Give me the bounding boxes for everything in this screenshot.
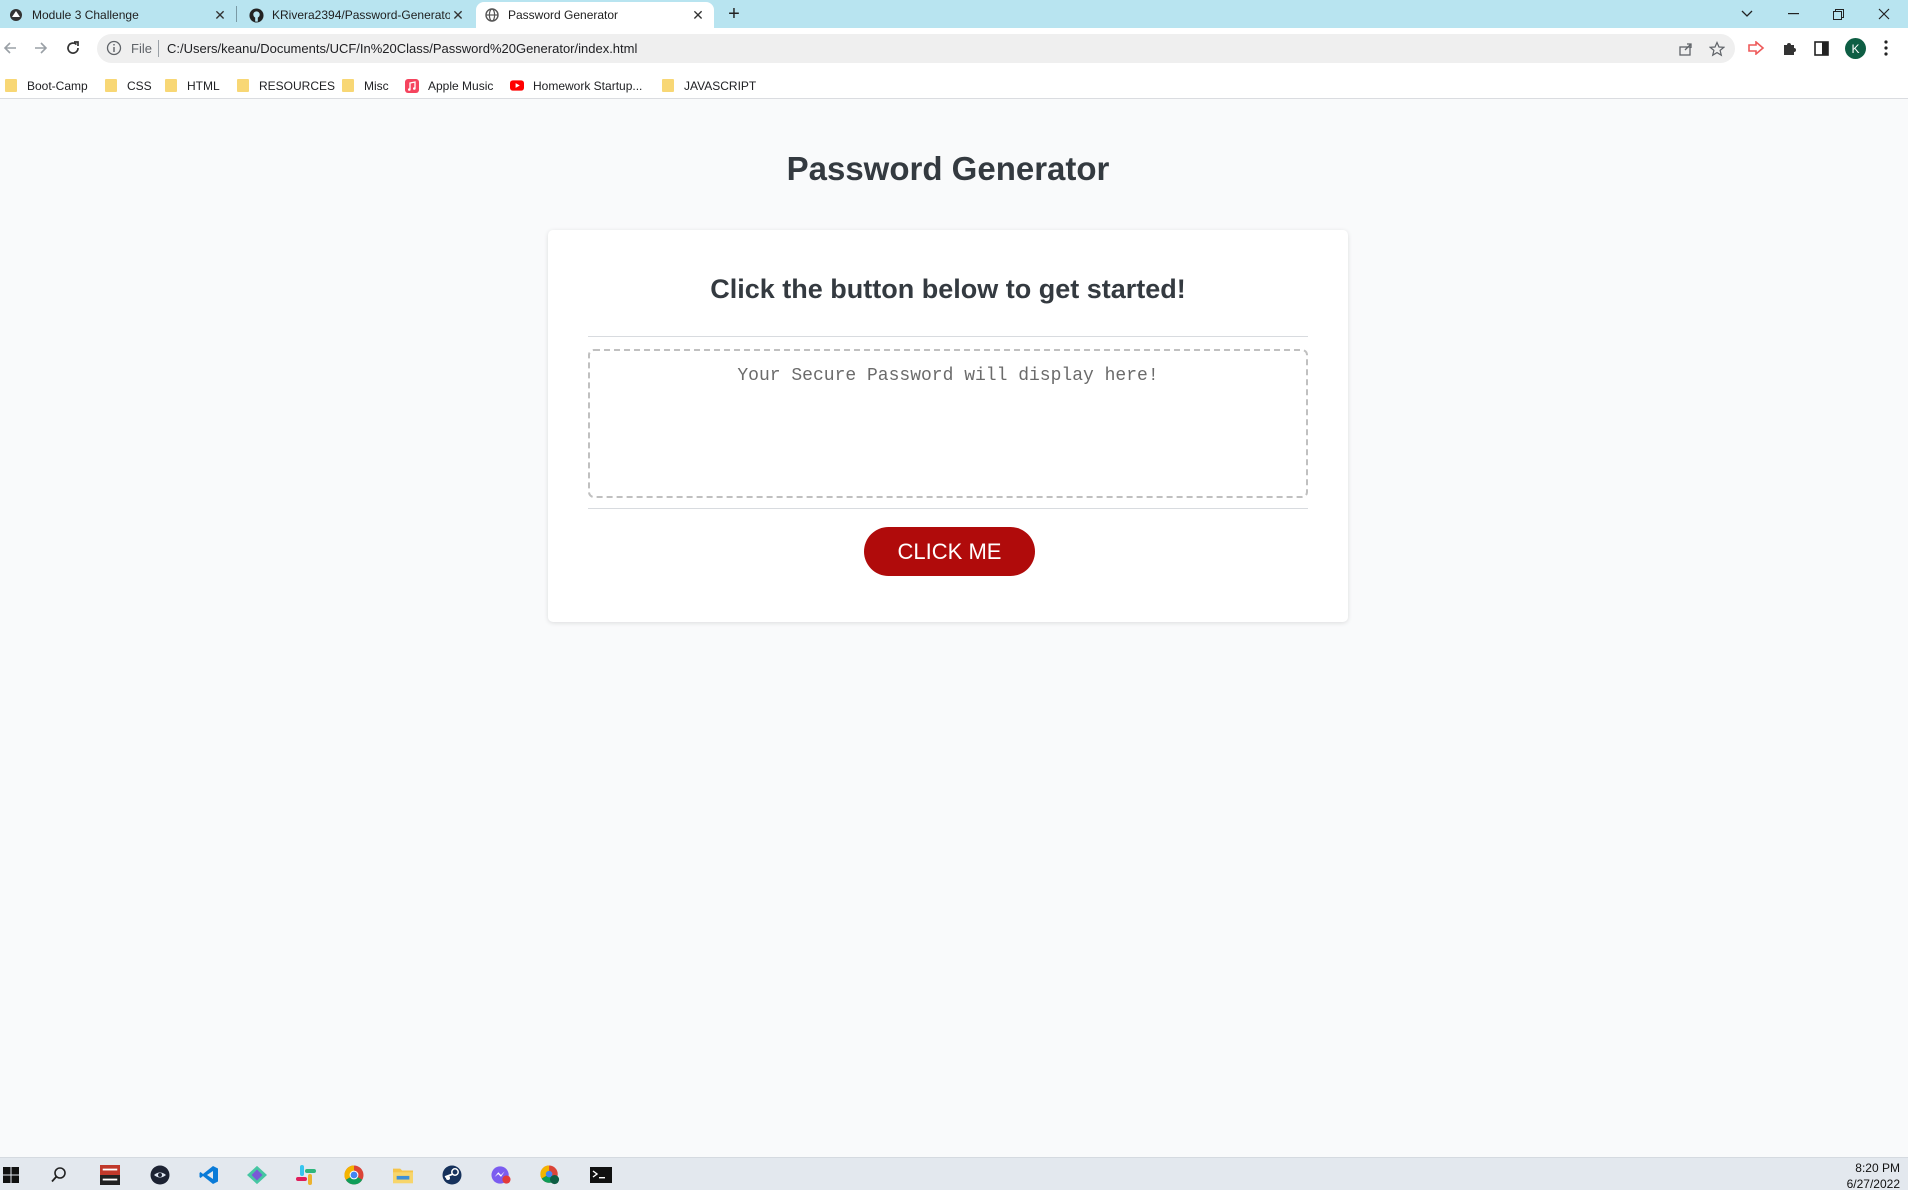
minimize-icon[interactable] xyxy=(1771,0,1815,28)
close-tab-icon[interactable]: ✕ xyxy=(690,7,706,23)
file-explorer-icon[interactable] xyxy=(393,1165,413,1185)
chrome-icon[interactable] xyxy=(344,1165,364,1185)
bookmark-star-icon[interactable] xyxy=(1709,41,1725,57)
site-info-icon[interactable] xyxy=(106,40,122,56)
password-output[interactable] xyxy=(588,349,1308,498)
more-menu-icon[interactable] xyxy=(1876,38,1896,58)
windows-start-icon[interactable] xyxy=(1,1165,21,1185)
card-header-divider xyxy=(588,336,1308,337)
youtube-icon xyxy=(510,79,524,93)
bookmark-label: RESOURCES xyxy=(259,78,336,93)
folder-icon xyxy=(236,79,250,93)
bookmark-resources[interactable]: RESOURCES xyxy=(236,72,335,99)
page-content: Password Generator Click the button belo… xyxy=(0,100,1908,1156)
back-arrow-icon[interactable] xyxy=(0,34,24,62)
bookmark-homework-startup[interactable]: Homework Startup... xyxy=(510,72,642,99)
page-title: Password Generator xyxy=(786,150,1110,187)
profile-avatar[interactable]: K xyxy=(1845,38,1866,59)
bookmark-apple-music[interactable]: Apple Music xyxy=(405,72,493,99)
folder-icon xyxy=(4,79,18,93)
new-tab-icon[interactable]: + xyxy=(722,3,746,25)
voicemeeter-icon[interactable] xyxy=(100,1165,120,1185)
card-footer-divider xyxy=(588,508,1308,509)
module-favicon-icon xyxy=(8,7,24,23)
tab-title: Module 3 Challenge xyxy=(32,8,139,22)
url-text[interactable]: C:/Users/keanu/Documents/UCF/In%20Class/… xyxy=(167,41,637,56)
tab-title: KRivera2394/Password-Generator xyxy=(272,8,450,22)
tab-password-generator[interactable]: Password Generator ✕ xyxy=(476,2,714,28)
generator-card: Click the button below to get started! C… xyxy=(548,230,1348,622)
messenger-icon[interactable] xyxy=(491,1165,511,1185)
folder-icon xyxy=(164,79,178,93)
bookmark-label: JAVASCRIPT xyxy=(684,78,757,93)
bookmark-misc[interactable]: Misc xyxy=(341,72,389,99)
tab-github-repo[interactable]: KRivera2394/Password-Generator ✕ xyxy=(240,2,474,28)
slack-icon[interactable] xyxy=(296,1165,316,1185)
bookmark-label: Boot-Camp xyxy=(27,78,88,93)
tab-title: Password Generator xyxy=(508,8,619,22)
generate-button[interactable]: CLICK ME xyxy=(864,527,1035,576)
address-bar[interactable]: File C:/Users/keanu/Documents/UCF/In%20C… xyxy=(97,34,1735,63)
apple-music-icon xyxy=(405,78,419,93)
tab-strip: Module 3 Challenge ✕ KRivera2394/Passwor… xyxy=(0,0,1908,28)
bookmark-css[interactable]: CSS xyxy=(104,72,152,99)
bookmarks-bar: Boot-Camp CSS HTML RESOURCES Misc Apple … xyxy=(0,72,1908,99)
bookmark-label: Homework Startup... xyxy=(533,78,643,93)
github-icon xyxy=(248,7,264,23)
folder-icon xyxy=(341,79,355,93)
side-panel-icon[interactable] xyxy=(1811,38,1831,58)
restore-icon[interactable] xyxy=(1816,0,1860,28)
system-clock[interactable]: 8:20 PM 6/27/2022 xyxy=(1847,1160,1900,1190)
bookmark-label: Apple Music xyxy=(428,78,494,93)
steam-icon[interactable] xyxy=(442,1165,462,1185)
globe-icon xyxy=(484,7,500,23)
window-close-icon[interactable] xyxy=(1862,0,1906,28)
search-icon[interactable] xyxy=(49,1165,69,1185)
reload-icon[interactable] xyxy=(59,34,87,62)
scheme-label: File xyxy=(131,41,152,56)
extensions-puzzle-icon[interactable] xyxy=(1779,38,1799,58)
bookmark-boot-camp[interactable]: Boot-Camp xyxy=(4,72,88,99)
forward-arrow-icon[interactable] xyxy=(27,34,55,62)
card-header: Click the button below to get started! xyxy=(710,274,1186,304)
tab-divider xyxy=(236,6,237,22)
windows-taskbar: 8:20 PM 6/27/2022 xyxy=(0,1157,1908,1190)
clock-date: 6/27/2022 xyxy=(1846,1177,1900,1190)
bookmark-label: HTML xyxy=(187,78,220,93)
folder-icon xyxy=(104,79,118,93)
tab-search-chevron-icon[interactable] xyxy=(1725,0,1769,28)
tab-module-3-challenge[interactable]: Module 3 Challenge ✕ xyxy=(0,2,236,28)
close-tab-icon[interactable]: ✕ xyxy=(212,7,228,23)
app-eye-icon[interactable] xyxy=(150,1165,170,1185)
bookmark-javascript[interactable]: JAVASCRIPT xyxy=(661,72,756,99)
folder-icon xyxy=(661,79,675,93)
share-icon[interactable] xyxy=(1678,41,1694,57)
terminal-icon[interactable] xyxy=(589,1165,613,1185)
clock-time: 8:20 PM xyxy=(1855,1161,1900,1175)
bookmark-label: CSS xyxy=(127,78,152,93)
gitkraken-icon[interactable] xyxy=(247,1165,267,1185)
extension-arrow-icon[interactable] xyxy=(1746,38,1766,58)
vscode-icon[interactable] xyxy=(199,1165,219,1185)
address-divider xyxy=(158,40,159,57)
chrome-profile-icon[interactable] xyxy=(540,1165,560,1185)
bookmark-html[interactable]: HTML xyxy=(164,72,220,99)
close-tab-icon[interactable]: ✕ xyxy=(450,7,466,23)
bookmark-label: Misc xyxy=(364,78,389,93)
